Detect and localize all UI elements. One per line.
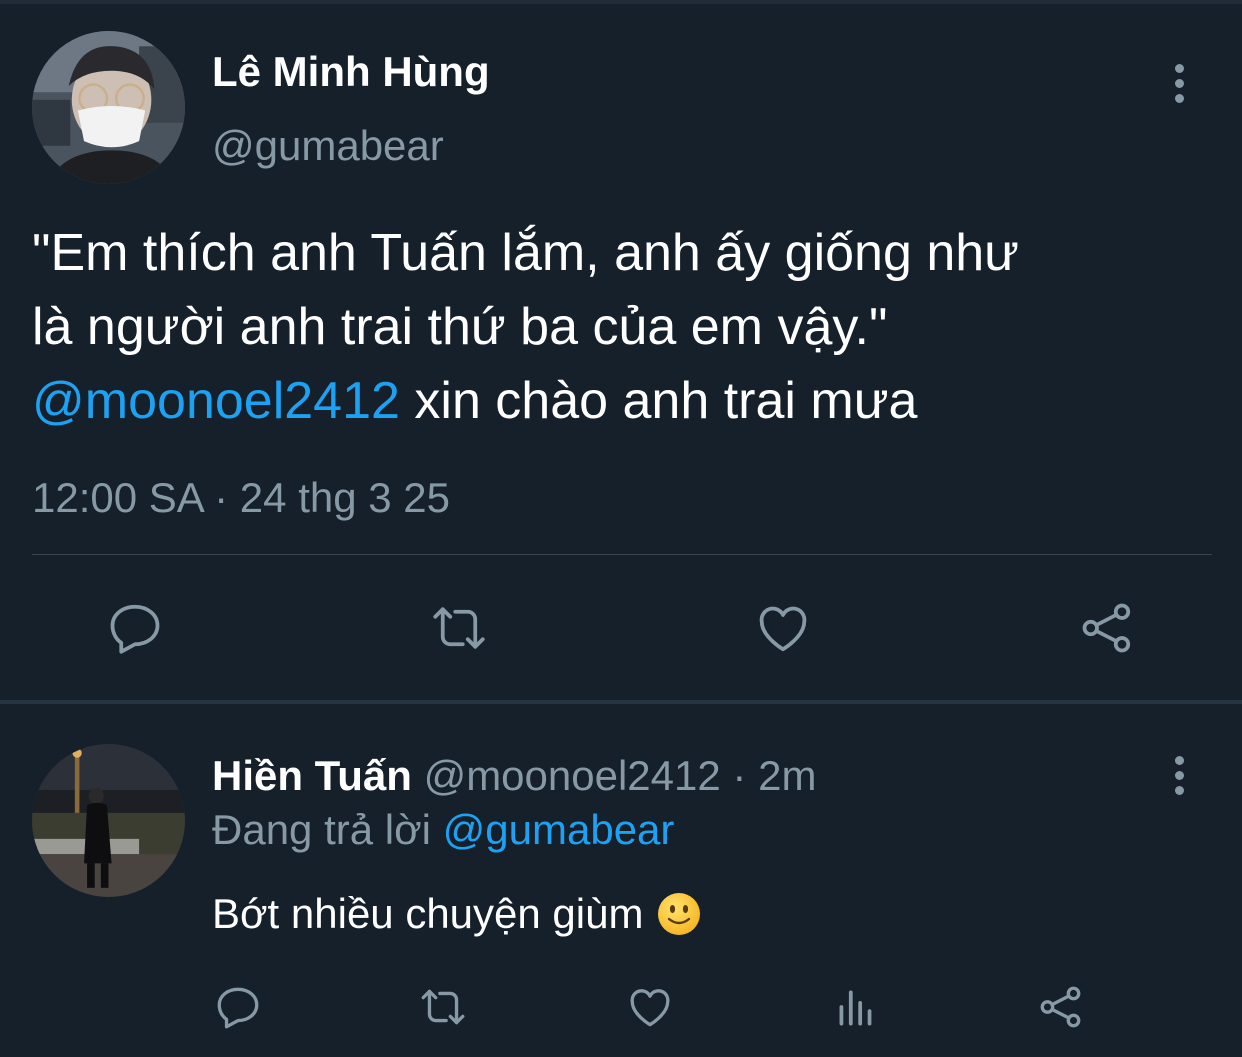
separator	[32, 554, 1212, 555]
time-ago[interactable]: 2m	[758, 752, 816, 799]
more-options-icon[interactable]	[1167, 756, 1191, 804]
tweet-text: "Em thích anh Tuấn lắm, anh ấy giống như…	[32, 216, 1222, 438]
share-icon[interactable]	[1075, 596, 1139, 660]
share-icon[interactable]	[1033, 979, 1089, 1035]
author-name[interactable]: Lê Minh Hùng	[212, 48, 490, 96]
meta-dot: ·	[732, 752, 747, 799]
tweet-text-line: là người anh trai thứ ba của em vậy."	[32, 298, 888, 356]
analytics-icon[interactable]	[828, 979, 884, 1035]
main-tweet: Lê Minh Hùng @gumabear "Em thích anh Tuấ…	[0, 4, 1242, 701]
reply-text: Bớt nhiều chuyện giùm	[212, 890, 701, 938]
reply-tweet[interactable]: Hiền Tuấn @moonoel2412 · 2m Đang trả lời…	[0, 704, 1242, 1057]
avatar[interactable]	[32, 31, 185, 184]
like-icon[interactable]	[751, 596, 815, 660]
tweet-text-line: "Em thích anh Tuấn lắm, anh ấy giống như	[32, 224, 1019, 282]
mention-link[interactable]: @gumabear	[443, 806, 675, 853]
like-icon[interactable]	[622, 979, 678, 1035]
reply-header: Hiền Tuấn @moonoel2412 · 2m	[212, 752, 816, 800]
author-name[interactable]: Hiền Tuấn	[212, 752, 412, 799]
retweet-icon[interactable]	[427, 596, 491, 660]
timestamp[interactable]: 12:00 SA · 24 thg 3 25	[32, 474, 450, 522]
author-handle[interactable]: @moonoel2412	[424, 752, 721, 799]
tweet-text-rest: xin chào anh trai mưa	[399, 372, 918, 430]
avatar[interactable]	[32, 744, 185, 897]
retweet-icon[interactable]	[415, 979, 471, 1035]
replying-label: Đang trả lời	[212, 806, 431, 853]
mention-link[interactable]: @moonoel2412	[32, 372, 400, 430]
reply-text-content: Bớt nhiều chuyện giùm	[212, 890, 644, 937]
slightly-smiling-face-icon	[657, 892, 701, 936]
tweet-text-line: @moonoel2412 xin chào anh trai mưa	[32, 364, 1222, 438]
author-handle[interactable]: @gumabear	[212, 122, 444, 170]
more-options-icon[interactable]	[1167, 64, 1191, 112]
reply-icon[interactable]	[210, 979, 266, 1035]
reply-icon[interactable]	[103, 596, 167, 660]
replying-to: Đang trả lời @gumabear	[212, 806, 674, 854]
